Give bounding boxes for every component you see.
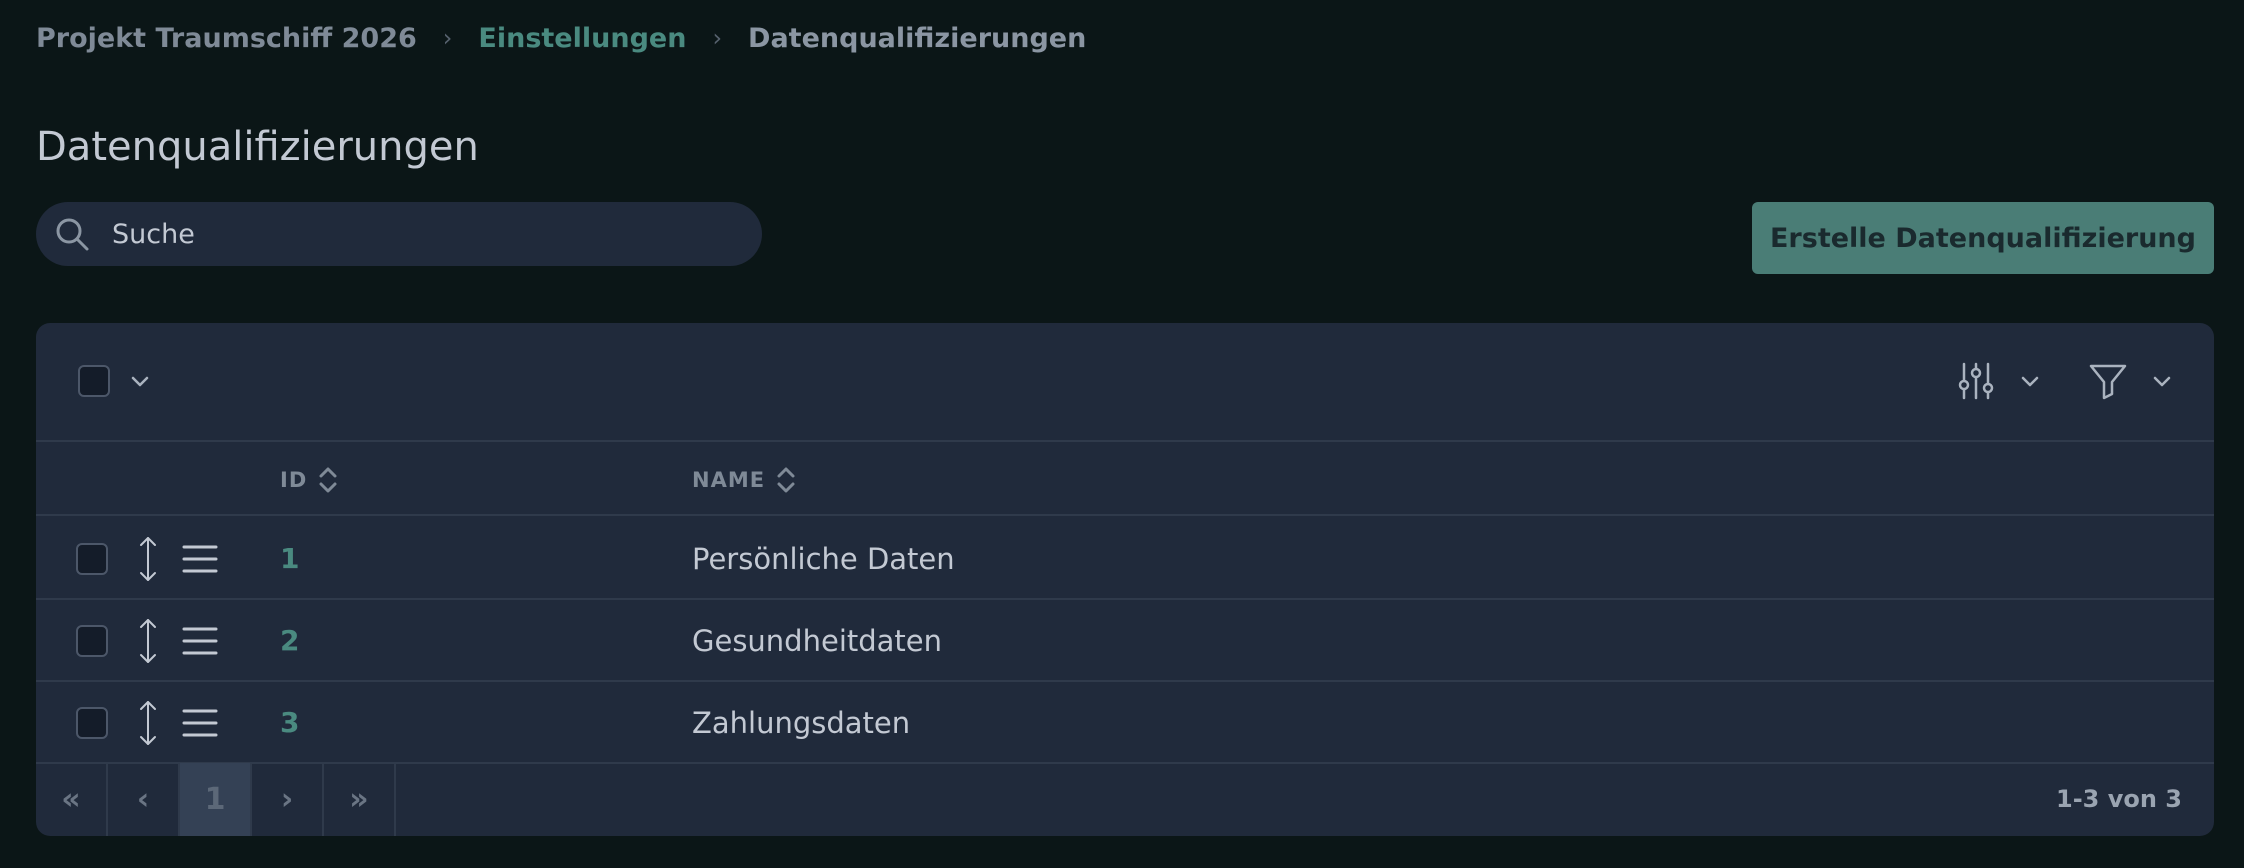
drag-handle-icon[interactable] [182,542,218,576]
chevron-right-icon: › [712,24,723,52]
column-header-id-label: ID [280,468,308,492]
table-row: 1 Persönliche Daten [36,518,2214,600]
breadcrumb-current: Datenqualifizierungen [748,22,1087,54]
drag-handle-icon[interactable] [182,706,218,740]
column-header-name[interactable]: NAME [692,464,797,496]
search-icon [56,218,89,251]
breadcrumb-project[interactable]: Projekt Traumschiff 2026 [36,23,417,54]
sliders-icon[interactable] [1956,361,1996,401]
table-toolbar [36,323,2214,442]
select-all-checkbox[interactable] [78,365,110,397]
pagination-info: 1-3 von 3 [2056,785,2182,813]
chevron-down-icon[interactable] [128,369,152,393]
filter-icon[interactable] [2088,361,2128,401]
row-name: Gesundheitdaten [692,624,943,658]
filter-menu[interactable] [2088,361,2174,401]
chevron-down-icon[interactable] [2018,369,2042,393]
chevron-right-icon: › [442,24,453,52]
table-panel: ID NAME 1 Persönliche Daten 2 Gesundheit… [36,323,2214,836]
bulk-select [78,365,152,397]
move-vertical-icon[interactable] [136,700,160,746]
current-page-button[interactable]: 1 [180,763,252,836]
search-input[interactable] [112,202,762,266]
row-name: Persönliche Daten [692,542,955,576]
move-vertical-icon[interactable] [136,536,160,582]
pagination: « ‹ 1 › » 1-3 von 3 [36,763,2214,836]
toolbar-actions [1956,361,2174,401]
breadcrumb-settings[interactable]: Einstellungen [478,23,686,54]
row-id-link[interactable]: 1 [280,542,299,575]
sort-icon[interactable] [775,464,797,496]
row-checkbox[interactable] [76,707,108,739]
row-id-link[interactable]: 2 [280,624,299,657]
move-vertical-icon[interactable] [136,618,160,664]
previous-page-button[interactable]: ‹ [108,763,180,836]
chevron-down-icon[interactable] [2150,369,2174,393]
row-checkbox[interactable] [76,543,108,575]
column-header-name-label: NAME [692,468,766,492]
breadcrumb: Projekt Traumschiff 2026 › Einstellungen… [36,18,1086,58]
last-page-button[interactable]: » [324,763,396,836]
create-data-qualification-button[interactable]: Erstelle Datenqualifizierung [1752,202,2214,274]
page-title: Datenqualifizierungen [36,124,479,170]
search-box [36,202,762,266]
column-settings[interactable] [1956,361,2042,401]
column-header-id[interactable]: ID [280,464,339,496]
row-checkbox[interactable] [76,625,108,657]
next-page-button[interactable]: › [252,763,324,836]
table-header: ID NAME [36,442,2214,516]
drag-handle-icon[interactable] [182,624,218,658]
table-row: 3 Zahlungsdaten [36,682,2214,764]
row-name: Zahlungsdaten [692,706,911,740]
row-id-link[interactable]: 3 [280,706,299,739]
sort-icon[interactable] [317,464,339,496]
first-page-button[interactable]: « [36,763,108,836]
table-row: 2 Gesundheitdaten [36,600,2214,682]
